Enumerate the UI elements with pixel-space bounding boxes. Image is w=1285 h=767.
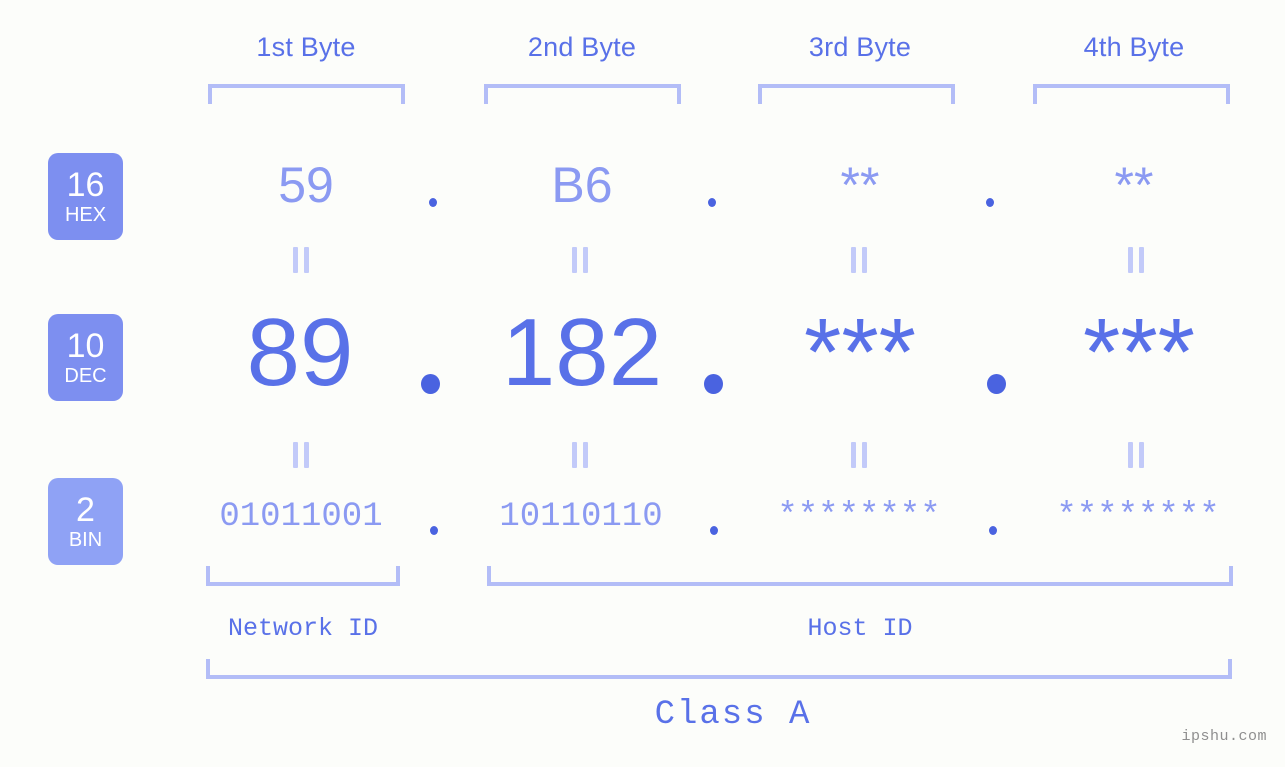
host-id-bracket — [487, 566, 1233, 586]
bin-octet-3: ******** — [777, 498, 941, 536]
dec-octet-2: 182 — [501, 299, 663, 406]
watermark: ipshu.com — [1181, 728, 1267, 745]
hex-separator-dot-2 — [708, 198, 716, 207]
byte-header-4: 4th Byte — [1083, 32, 1185, 62]
bin-octet-1: 01011001 — [219, 498, 383, 536]
dec-separator-dot-1 — [421, 374, 440, 394]
equals-mark-hex-dec-1 — [292, 247, 310, 273]
network-id-label: Network ID — [227, 614, 379, 643]
equals-mark-dec-bin-4 — [1127, 442, 1145, 468]
equals-mark-dec-bin-1 — [292, 442, 310, 468]
hex-separator-dot-3 — [986, 198, 994, 207]
dec-octet-4: *** — [1082, 299, 1196, 406]
bin-separator-dot-2 — [710, 526, 718, 535]
equals-mark-hex-dec-3 — [850, 247, 868, 273]
dec-octet-3: *** — [803, 299, 917, 406]
network-id-bracket — [206, 566, 400, 586]
bin-separator-dot-1 — [430, 526, 438, 535]
base-badge-hex-number: 16 — [66, 165, 105, 204]
byte-bracket-3 — [758, 84, 955, 104]
base-badge-bin: 2 BIN — [48, 478, 123, 565]
base-badge-dec-number: 10 — [66, 326, 105, 365]
dec-separator-dot-3 — [987, 374, 1006, 394]
bin-octet-4: ******** — [1056, 498, 1220, 536]
class-bracket — [206, 659, 1232, 679]
base-badge-bin-number: 2 — [76, 490, 95, 529]
hex-octet-4: ** — [1114, 157, 1154, 213]
byte-bracket-2 — [484, 84, 681, 104]
base-badge-hex-name: HEX — [64, 203, 107, 226]
byte-bracket-1 — [208, 84, 405, 104]
byte-header-1: 1st Byte — [256, 32, 356, 62]
byte-header-3: 3rd Byte — [808, 32, 912, 62]
equals-mark-hex-dec-2 — [571, 247, 589, 273]
hex-separator-dot-1 — [429, 198, 437, 207]
ip-address-breakdown-diagram: 1st Byte 2nd Byte 3rd Byte 4th Byte 16 H… — [0, 0, 1285, 767]
hex-octet-1: 59 — [278, 157, 334, 213]
base-badge-hex: 16 HEX — [48, 153, 123, 240]
bin-octet-2: 10110110 — [499, 498, 663, 536]
class-label: Class A — [654, 696, 812, 734]
hex-octet-3: ** — [840, 157, 880, 213]
equals-mark-dec-bin-2 — [571, 442, 589, 468]
hex-octet-2: B6 — [551, 157, 613, 213]
base-badge-dec-name: DEC — [64, 364, 107, 387]
base-badge-dec: 10 DEC — [48, 314, 123, 401]
byte-bracket-4 — [1033, 84, 1230, 104]
equals-mark-hex-dec-4 — [1127, 247, 1145, 273]
bin-separator-dot-3 — [989, 526, 997, 535]
host-id-label: Host ID — [807, 614, 913, 643]
equals-mark-dec-bin-3 — [850, 442, 868, 468]
dec-octet-1: 89 — [246, 299, 354, 406]
byte-header-2: 2nd Byte — [527, 32, 637, 62]
base-badge-bin-name: BIN — [68, 528, 103, 551]
dec-separator-dot-2 — [704, 374, 723, 394]
